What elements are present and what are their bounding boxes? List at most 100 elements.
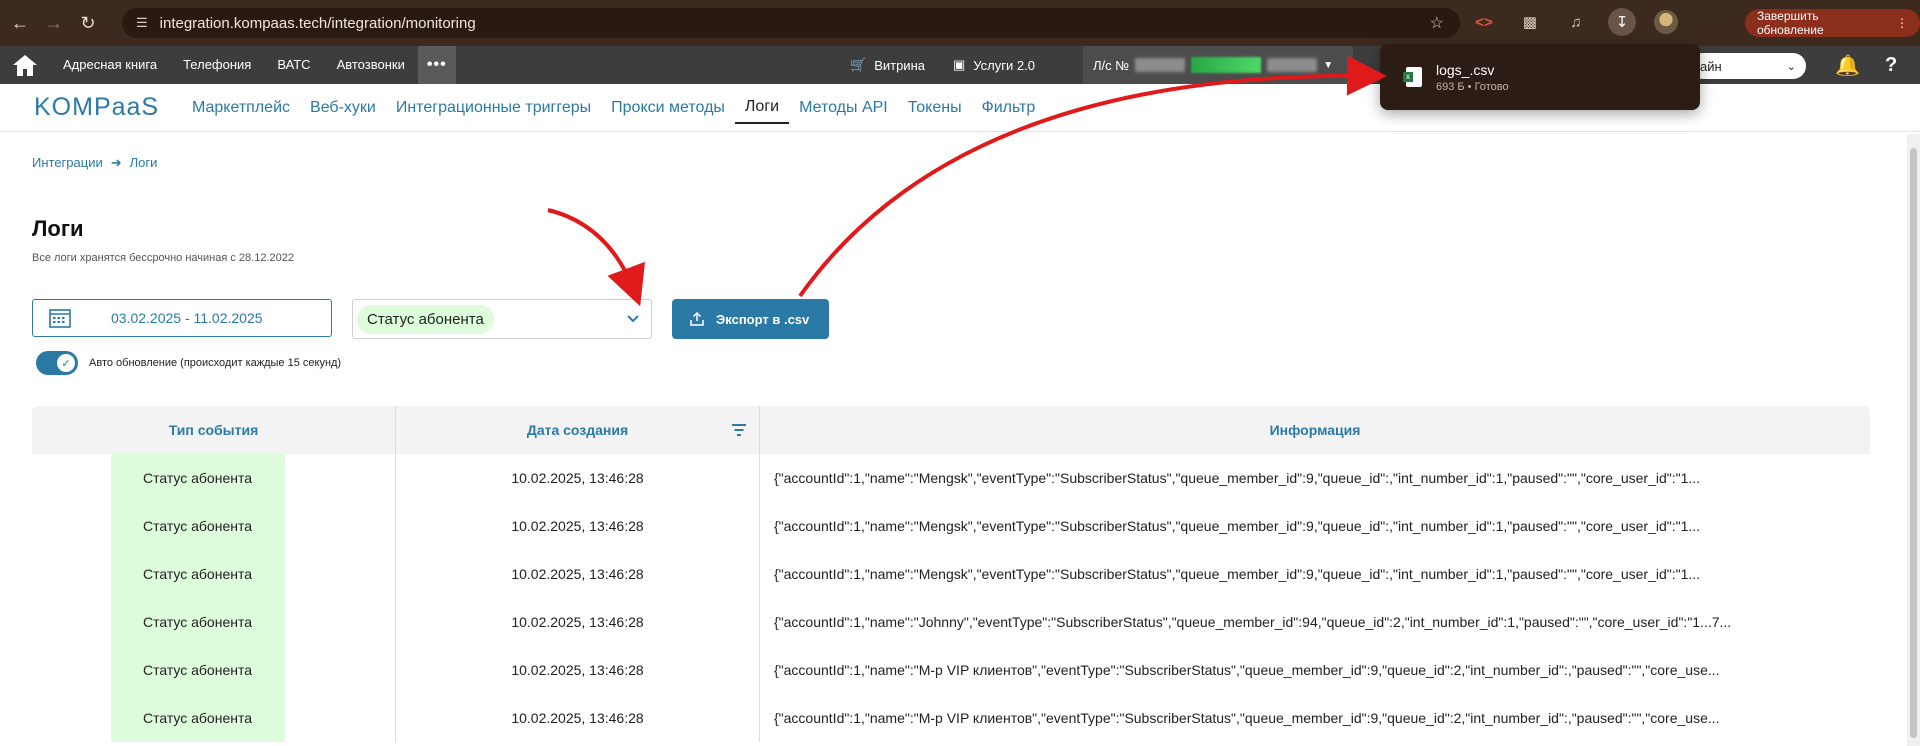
topbar-more-button[interactable]: ••• bbox=[417, 46, 456, 84]
services-label: Услуги 2.0 bbox=[973, 57, 1035, 73]
breadcrumb-logs[interactable]: Логи bbox=[130, 155, 158, 171]
redacted-balance bbox=[1191, 57, 1262, 73]
language-select[interactable]: айн ⌄ bbox=[1690, 53, 1806, 79]
page-scrollbar[interactable] bbox=[1907, 134, 1920, 746]
profile-avatar[interactable] bbox=[1654, 10, 1678, 34]
account-selector[interactable]: Л/с № ▼ bbox=[1083, 46, 1353, 84]
auto-update-label: Авто обновление (происходит каждые 15 се… bbox=[89, 357, 342, 369]
calendar-icon bbox=[49, 309, 71, 328]
table-row[interactable]: Статус абонента 10.02.2025, 13:46:28 {"a… bbox=[32, 598, 1870, 646]
info-text: {"accountId":1,"name":"Mengsk","eventTyp… bbox=[774, 518, 1701, 534]
arrow-to-status-select bbox=[547, 208, 645, 307]
date-range-value: 03.02.2025 - 11.02.2025 bbox=[111, 310, 263, 326]
event-type-badge: Статус абонента bbox=[110, 454, 285, 502]
page-title: Логи bbox=[32, 216, 84, 241]
table-row[interactable]: Статус абонента 10.02.2025, 13:46:28 {"a… bbox=[32, 502, 1870, 550]
bell-icon[interactable]: 🔔 bbox=[1835, 46, 1860, 84]
page-subtitle: Все логи хранятся бессрочно начиная с 28… bbox=[32, 252, 294, 264]
logs-table: Тип события Дата создания Информация Ста… bbox=[32, 406, 1870, 746]
header-event-type: Тип события bbox=[32, 406, 396, 454]
cell-info: {"accountId":1,"name":"Mengsk","eventTyp… bbox=[760, 550, 1870, 598]
site-info-icon[interactable]: ☰ bbox=[136, 15, 148, 31]
info-text: {"accountId":1,"name":"Mengsk","eventTyp… bbox=[774, 566, 1701, 582]
kompaas-logo[interactable]: KOMPaaS bbox=[34, 93, 182, 122]
status-filter-select[interactable]: Статус абонента bbox=[352, 299, 652, 339]
header-information: Информация bbox=[760, 406, 1870, 454]
home-icon[interactable] bbox=[0, 46, 50, 84]
vitrina-label: Витрина bbox=[874, 57, 925, 73]
nav-tokens[interactable]: Токены bbox=[898, 84, 972, 132]
reload-icon[interactable]: ↻ bbox=[74, 9, 102, 37]
topbar-item-autocalls[interactable]: Автозвонки bbox=[324, 46, 418, 84]
nav-filters[interactable]: Фильтр bbox=[972, 84, 1046, 132]
services-box-icon: ▣ bbox=[952, 57, 966, 72]
download-file-name: logs_.csv bbox=[1436, 61, 1495, 78]
forward-icon[interactable]: → bbox=[40, 9, 68, 37]
upload-icon bbox=[690, 312, 704, 326]
cell-date: 10.02.2025, 13:46:28 bbox=[396, 646, 760, 694]
table-row[interactable]: Статус абонента 10.02.2025, 13:46:28 {"a… bbox=[32, 454, 1870, 502]
cell-date: 10.02.2025, 13:46:28 bbox=[396, 550, 760, 598]
download-popup[interactable]: logs_.csv 693 Б • Готово bbox=[1380, 44, 1700, 110]
auto-update-toggle[interactable]: ✓ bbox=[36, 351, 78, 375]
cell-event-type: Статус абонента bbox=[32, 502, 396, 550]
cell-event-type: Статус абонента bbox=[32, 646, 396, 694]
breadcrumb: Интеграции ➜ Логи bbox=[32, 155, 157, 171]
table-row[interactable]: Статус абонента 10.02.2025, 13:46:28 {"a… bbox=[32, 646, 1870, 694]
language-select-value: айн bbox=[1700, 58, 1722, 74]
topbar-item-telephony[interactable]: Телефония bbox=[170, 46, 264, 84]
download-meta: 693 Б • Готово bbox=[1436, 80, 1509, 93]
media-queue-icon[interactable]: ♫ bbox=[1562, 8, 1590, 36]
redacted-account-number bbox=[1135, 58, 1186, 72]
back-icon[interactable]: ← bbox=[6, 9, 34, 37]
code-extension-icon[interactable]: <> bbox=[1470, 8, 1498, 36]
nav-webhooks[interactable]: Веб-хуки bbox=[300, 84, 386, 132]
topbar-item-address-book[interactable]: Адресная книга bbox=[50, 46, 170, 84]
address-bar[interactable]: ☰ integration.kompaas.tech/integration/m… bbox=[122, 8, 1460, 38]
nav-logs[interactable]: Логи bbox=[734, 92, 790, 124]
download-icon[interactable]: ↧ bbox=[1608, 8, 1636, 36]
chevron-down-icon bbox=[627, 315, 639, 323]
event-type-badge: Статус абонента bbox=[110, 598, 285, 646]
cell-date: 10.02.2025, 13:46:28 bbox=[396, 454, 760, 502]
cell-event-type: Статус абонента bbox=[32, 598, 396, 646]
cell-info: {"accountId":1,"name":"М-р VIP клиентов"… bbox=[760, 694, 1870, 742]
cell-date: 10.02.2025, 13:46:28 bbox=[396, 598, 760, 646]
event-type-badge: Статус абонента bbox=[110, 646, 285, 694]
breadcrumb-integrations[interactable]: Интеграции bbox=[32, 155, 103, 171]
filter-icon[interactable] bbox=[731, 423, 747, 437]
table-header: Тип события Дата создания Информация bbox=[32, 406, 1870, 454]
finish-update-button[interactable]: Завершить обновление ⋮ bbox=[1745, 9, 1920, 37]
table-row[interactable]: Статус абонента 10.02.2025, 13:46:28 {"a… bbox=[32, 694, 1870, 742]
browser-toolbar: ← → ↻ ☰ integration.kompaas.tech/integra… bbox=[0, 0, 1920, 46]
finish-update-label: Завершить обновление bbox=[1757, 9, 1824, 37]
url-text: integration.kompaas.tech/integration/mon… bbox=[159, 14, 476, 32]
arrow-right-icon: ➜ bbox=[110, 155, 122, 170]
export-csv-button[interactable]: Экспорт в .csv bbox=[672, 299, 829, 339]
services-link[interactable]: ▣ Услуги 2.0 bbox=[953, 57, 1035, 73]
scrollbar-thumb[interactable] bbox=[1910, 148, 1917, 738]
status-filter-chip[interactable]: Статус абонента bbox=[357, 304, 494, 334]
info-text: {"accountId":1,"name":"М-р VIP клиентов"… bbox=[774, 710, 1720, 726]
table-row[interactable]: Статус абонента 10.02.2025, 13:46:28 {"a… bbox=[32, 550, 1870, 598]
cell-date: 10.02.2025, 13:46:28 bbox=[396, 502, 760, 550]
cell-info: {"accountId":1,"name":"Mengsk","eventTyp… bbox=[760, 454, 1870, 502]
vitrina-link[interactable]: 🛒 Витрина bbox=[850, 57, 925, 73]
info-text: {"accountId":1,"name":"Johnny","eventTyp… bbox=[774, 614, 1732, 630]
info-text: {"accountId":1,"name":"М-р VIP клиентов"… bbox=[774, 662, 1720, 678]
topbar-item-vats[interactable]: ВАТС bbox=[264, 46, 323, 84]
nav-integration-triggers[interactable]: Интеграционные триггеры bbox=[386, 84, 601, 132]
nav-marketplace[interactable]: Маркетплейс bbox=[182, 84, 300, 132]
cell-info: {"accountId":1,"name":"Mengsk","eventTyp… bbox=[760, 502, 1870, 550]
help-icon[interactable]: ? bbox=[1885, 46, 1897, 84]
header-created-date[interactable]: Дата создания bbox=[396, 406, 760, 454]
nav-proxy-methods[interactable]: Прокси методы bbox=[601, 84, 735, 132]
extensions-puzzle-icon[interactable]: ▩ bbox=[1516, 8, 1544, 36]
nav-api-methods[interactable]: Методы API bbox=[789, 84, 898, 132]
header-created-date-label: Дата создания bbox=[526, 422, 629, 438]
date-range-picker[interactable]: 03.02.2025 - 11.02.2025 bbox=[32, 299, 332, 337]
check-icon: ✓ bbox=[57, 354, 75, 372]
bookmark-star-icon[interactable]: ☆ bbox=[1430, 13, 1444, 33]
event-type-badge: Статус абонента bbox=[110, 694, 285, 742]
header-event-type-label: Тип события bbox=[168, 422, 259, 438]
